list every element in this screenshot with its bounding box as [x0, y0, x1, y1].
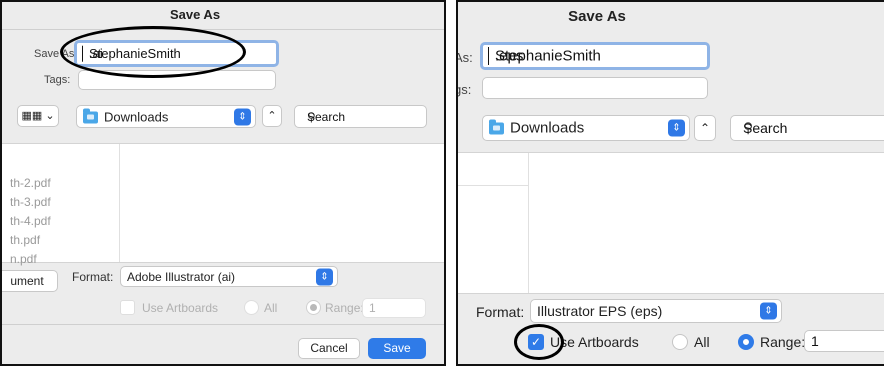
file-browser [458, 152, 884, 294]
format-label: Format: [72, 270, 114, 284]
range-radio[interactable] [306, 300, 321, 315]
new-document-button[interactable]: ument [2, 270, 58, 292]
range-field[interactable]: 1 [362, 298, 426, 318]
dialog-title: Save As [2, 2, 444, 30]
expand-button[interactable]: ⌃ [694, 115, 716, 141]
chevron-up-icon: ⌃ [267, 110, 277, 122]
save-as-label: As: [458, 50, 473, 65]
use-artboards-label: Use Artboards [142, 301, 219, 315]
expand-button[interactable]: ⌃ [262, 105, 282, 127]
all-radio[interactable] [672, 334, 688, 350]
range-label: Range: [325, 301, 364, 315]
file-item[interactable]: n.pdf [10, 252, 37, 266]
dialog-title: Save As [458, 2, 884, 34]
filename-field[interactable]: StephanieSmith .eps [480, 42, 710, 70]
tags-field[interactable] [482, 77, 708, 99]
location-popup[interactable]: Downloads ⇕ [76, 105, 256, 128]
folder-icon [83, 108, 98, 124]
save-as-dialog-right: Save As As: StephanieSmith.eps gs: Downl… [456, 0, 884, 366]
file-item[interactable]: th-2.pdf [10, 176, 51, 190]
all-label: All [694, 334, 710, 350]
cancel-button[interactable]: Cancel [298, 338, 360, 359]
chevron-down-icon: ⌄ [45, 110, 55, 122]
popup-arrows-icon: ⇕ [760, 302, 777, 320]
all-radio[interactable] [244, 300, 259, 315]
search-field[interactable]: ⚲ Search [730, 115, 884, 141]
format-popup[interactable]: Illustrator EPS (eps) ⇕ [530, 299, 782, 323]
annotation-ellipse [514, 324, 564, 360]
folder-icon [489, 119, 504, 135]
location-popup[interactable]: Downloads ⇕ [482, 115, 690, 141]
popup-arrows-icon: ⇕ [316, 268, 333, 285]
save-button[interactable]: Save [368, 338, 426, 359]
tags-label: Tags: [44, 74, 71, 86]
all-label: All [264, 301, 278, 315]
popup-arrows-icon: ⇕ [234, 108, 251, 125]
file-item[interactable]: th-3.pdf [10, 195, 51, 209]
file-item[interactable]: th-4.pdf [10, 214, 51, 228]
save-as-dialog-left: Save As Save As StephanieSmith .ai Tags: … [0, 0, 446, 366]
range-field[interactable]: 1 [804, 330, 884, 352]
format-popup[interactable]: Adobe Illustrator (ai) ⇕ [120, 266, 338, 287]
range-radio[interactable] [738, 334, 754, 350]
view-mode-button[interactable]: ▦▦ ⌄ [17, 105, 59, 127]
file-item[interactable]: th.pdf [10, 233, 40, 247]
use-artboards-checkbox[interactable] [120, 300, 135, 315]
annotation-ellipse [60, 26, 246, 78]
popup-arrows-icon: ⇕ [668, 119, 685, 137]
range-label: Range: [760, 334, 806, 350]
file-browser: th-2.pdf th-3.pdf th-4.pdf th.pdf n.pdf [2, 143, 444, 266]
grid-icon: ▦▦ [21, 110, 43, 122]
format-label: Format: [476, 304, 525, 320]
search-field[interactable]: ⚲ Search [294, 105, 427, 128]
chevron-up-icon: ⌃ [699, 121, 711, 135]
tags-label: gs: [458, 82, 472, 97]
